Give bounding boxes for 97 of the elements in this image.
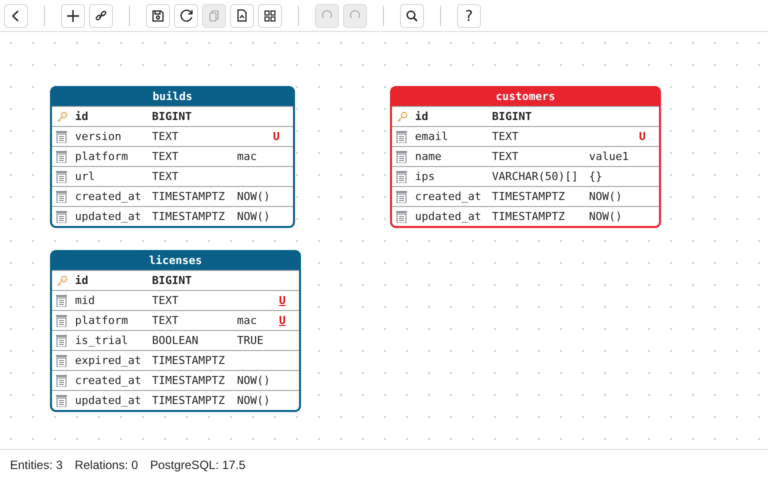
column-icon [396, 170, 407, 182]
search-button[interactable] [400, 4, 424, 28]
column-type: TEXT [152, 294, 180, 307]
column-name: url [75, 170, 96, 183]
unique-label: U [279, 314, 286, 327]
column-icon [396, 190, 407, 202]
status-text: Entities: 3 [10, 458, 63, 472]
entity-table[interactable]: licenses id BIGINT mid TEXT U platform TEXT mac U is_trial BOOLEAN TRUE expired_at TIMESTAMPTZ created_at TIMESTAMPTZ NOW() updated_at TIMESTAMPTZ NOW() [50, 250, 301, 412]
column-name: mid [75, 294, 96, 307]
column-icon [56, 294, 67, 306]
entity-name: customers [494, 89, 556, 105]
copy-icon [208, 10, 220, 22]
column-type: BIGINT [152, 110, 193, 123]
column-icon [396, 150, 407, 162]
column-name: id [75, 274, 90, 287]
column-icon [56, 210, 67, 222]
key-icon [56, 110, 68, 122]
column-name: is_trial [75, 334, 129, 347]
column-name: updated_at [415, 210, 482, 223]
key-icon [396, 110, 408, 122]
column-type: TEXT [152, 150, 180, 163]
column-default: value1 [589, 150, 630, 163]
entity-table[interactable]: customers id BIGINT email TEXT U name TEXT value1 ips VARCHAR(50)[] {} created_at TIMESTAMPTZ NOW() updated_at TIMESTAMPTZ NOW() [390, 86, 661, 228]
document-icon [236, 9, 248, 22]
column-default: NOW() [589, 190, 624, 203]
status-text: Relations: 0 [74, 458, 138, 472]
unique-label: U [639, 130, 646, 143]
column-icon [56, 150, 67, 162]
column-name: name [415, 150, 442, 163]
plus-icon [67, 10, 79, 22]
column-type: TIMESTAMPTZ [152, 374, 226, 387]
column-name: updated_at [75, 394, 142, 407]
column-name: ips [415, 170, 436, 183]
column-icon [56, 334, 67, 346]
column-type: TIMESTAMPTZ [152, 210, 226, 223]
column-name: platform [75, 314, 129, 327]
column-name: created_at [75, 190, 142, 203]
column-type: TEXT [152, 314, 180, 327]
status-text: PostgreSQL: 17.5 [150, 458, 246, 472]
entity-table[interactable]: builds id BIGINT version TEXT U platform TEXT mac url TEXT created_at TIMESTAMPTZ NOW() updated_at TIMESTAMPTZ NOW() [50, 86, 295, 228]
column-default: mac [237, 314, 258, 327]
column-type: TEXT [152, 130, 180, 143]
column-icon [56, 354, 67, 366]
column-icon [56, 190, 67, 202]
column-name: id [415, 110, 430, 123]
search-icon [406, 10, 418, 22]
column-type: TIMESTAMPTZ [492, 190, 566, 203]
column-default: NOW() [237, 374, 272, 387]
column-type: TIMESTAMPTZ [152, 190, 226, 203]
column-icon [396, 130, 407, 142]
entity-name: licenses [148, 253, 203, 269]
column-type: TEXT [152, 170, 180, 183]
grid-icon [264, 10, 276, 22]
column-name: updated_at [75, 210, 142, 223]
unique-label: U [279, 294, 286, 307]
entity-name: builds [152, 89, 194, 105]
column-type: TIMESTAMPTZ [152, 354, 226, 367]
column-default: TRUE [237, 334, 264, 347]
column-default: NOW() [237, 394, 272, 407]
column-name: email [415, 130, 450, 143]
link-button[interactable] [89, 4, 113, 28]
add-button[interactable] [61, 4, 85, 28]
column-type: TIMESTAMPTZ [492, 210, 566, 223]
grid-button[interactable] [258, 4, 282, 28]
column-name: created_at [75, 374, 142, 387]
column-default: {} [589, 170, 604, 183]
column-default: NOW() [237, 190, 270, 203]
column-icon [56, 394, 67, 406]
save-button[interactable] [146, 4, 170, 28]
column-type: BOOLEAN [152, 334, 200, 347]
column-type: TEXT [492, 150, 520, 163]
help-button[interactable]: ? [457, 4, 481, 28]
back-button[interactable] [4, 4, 28, 28]
column-name: expired_at [75, 354, 142, 367]
unique-label: U [273, 130, 280, 143]
key-icon [56, 274, 68, 286]
column-type: BIGINT [152, 274, 193, 287]
column-icon [56, 314, 67, 326]
column-icon [56, 130, 67, 142]
refresh-button[interactable] [174, 4, 198, 28]
column-icon [56, 170, 67, 182]
column-name: id [75, 110, 90, 123]
column-name: platform [75, 150, 129, 163]
column-icon [56, 374, 67, 386]
column-type: TIMESTAMPTZ [152, 394, 226, 407]
column-type: VARCHAR(50)[] [492, 170, 580, 183]
column-default: NOW() [237, 210, 270, 223]
column-default: mac [237, 150, 258, 163]
column-name: created_at [415, 190, 482, 203]
column-icon [396, 210, 407, 222]
column-default: NOW() [589, 210, 624, 223]
column-type: BIGINT [492, 110, 533, 123]
column-name: version [75, 130, 122, 143]
export-button[interactable] [230, 4, 254, 28]
link-icon [95, 10, 107, 22]
column-type: TEXT [492, 130, 520, 143]
refresh-icon [180, 9, 192, 22]
